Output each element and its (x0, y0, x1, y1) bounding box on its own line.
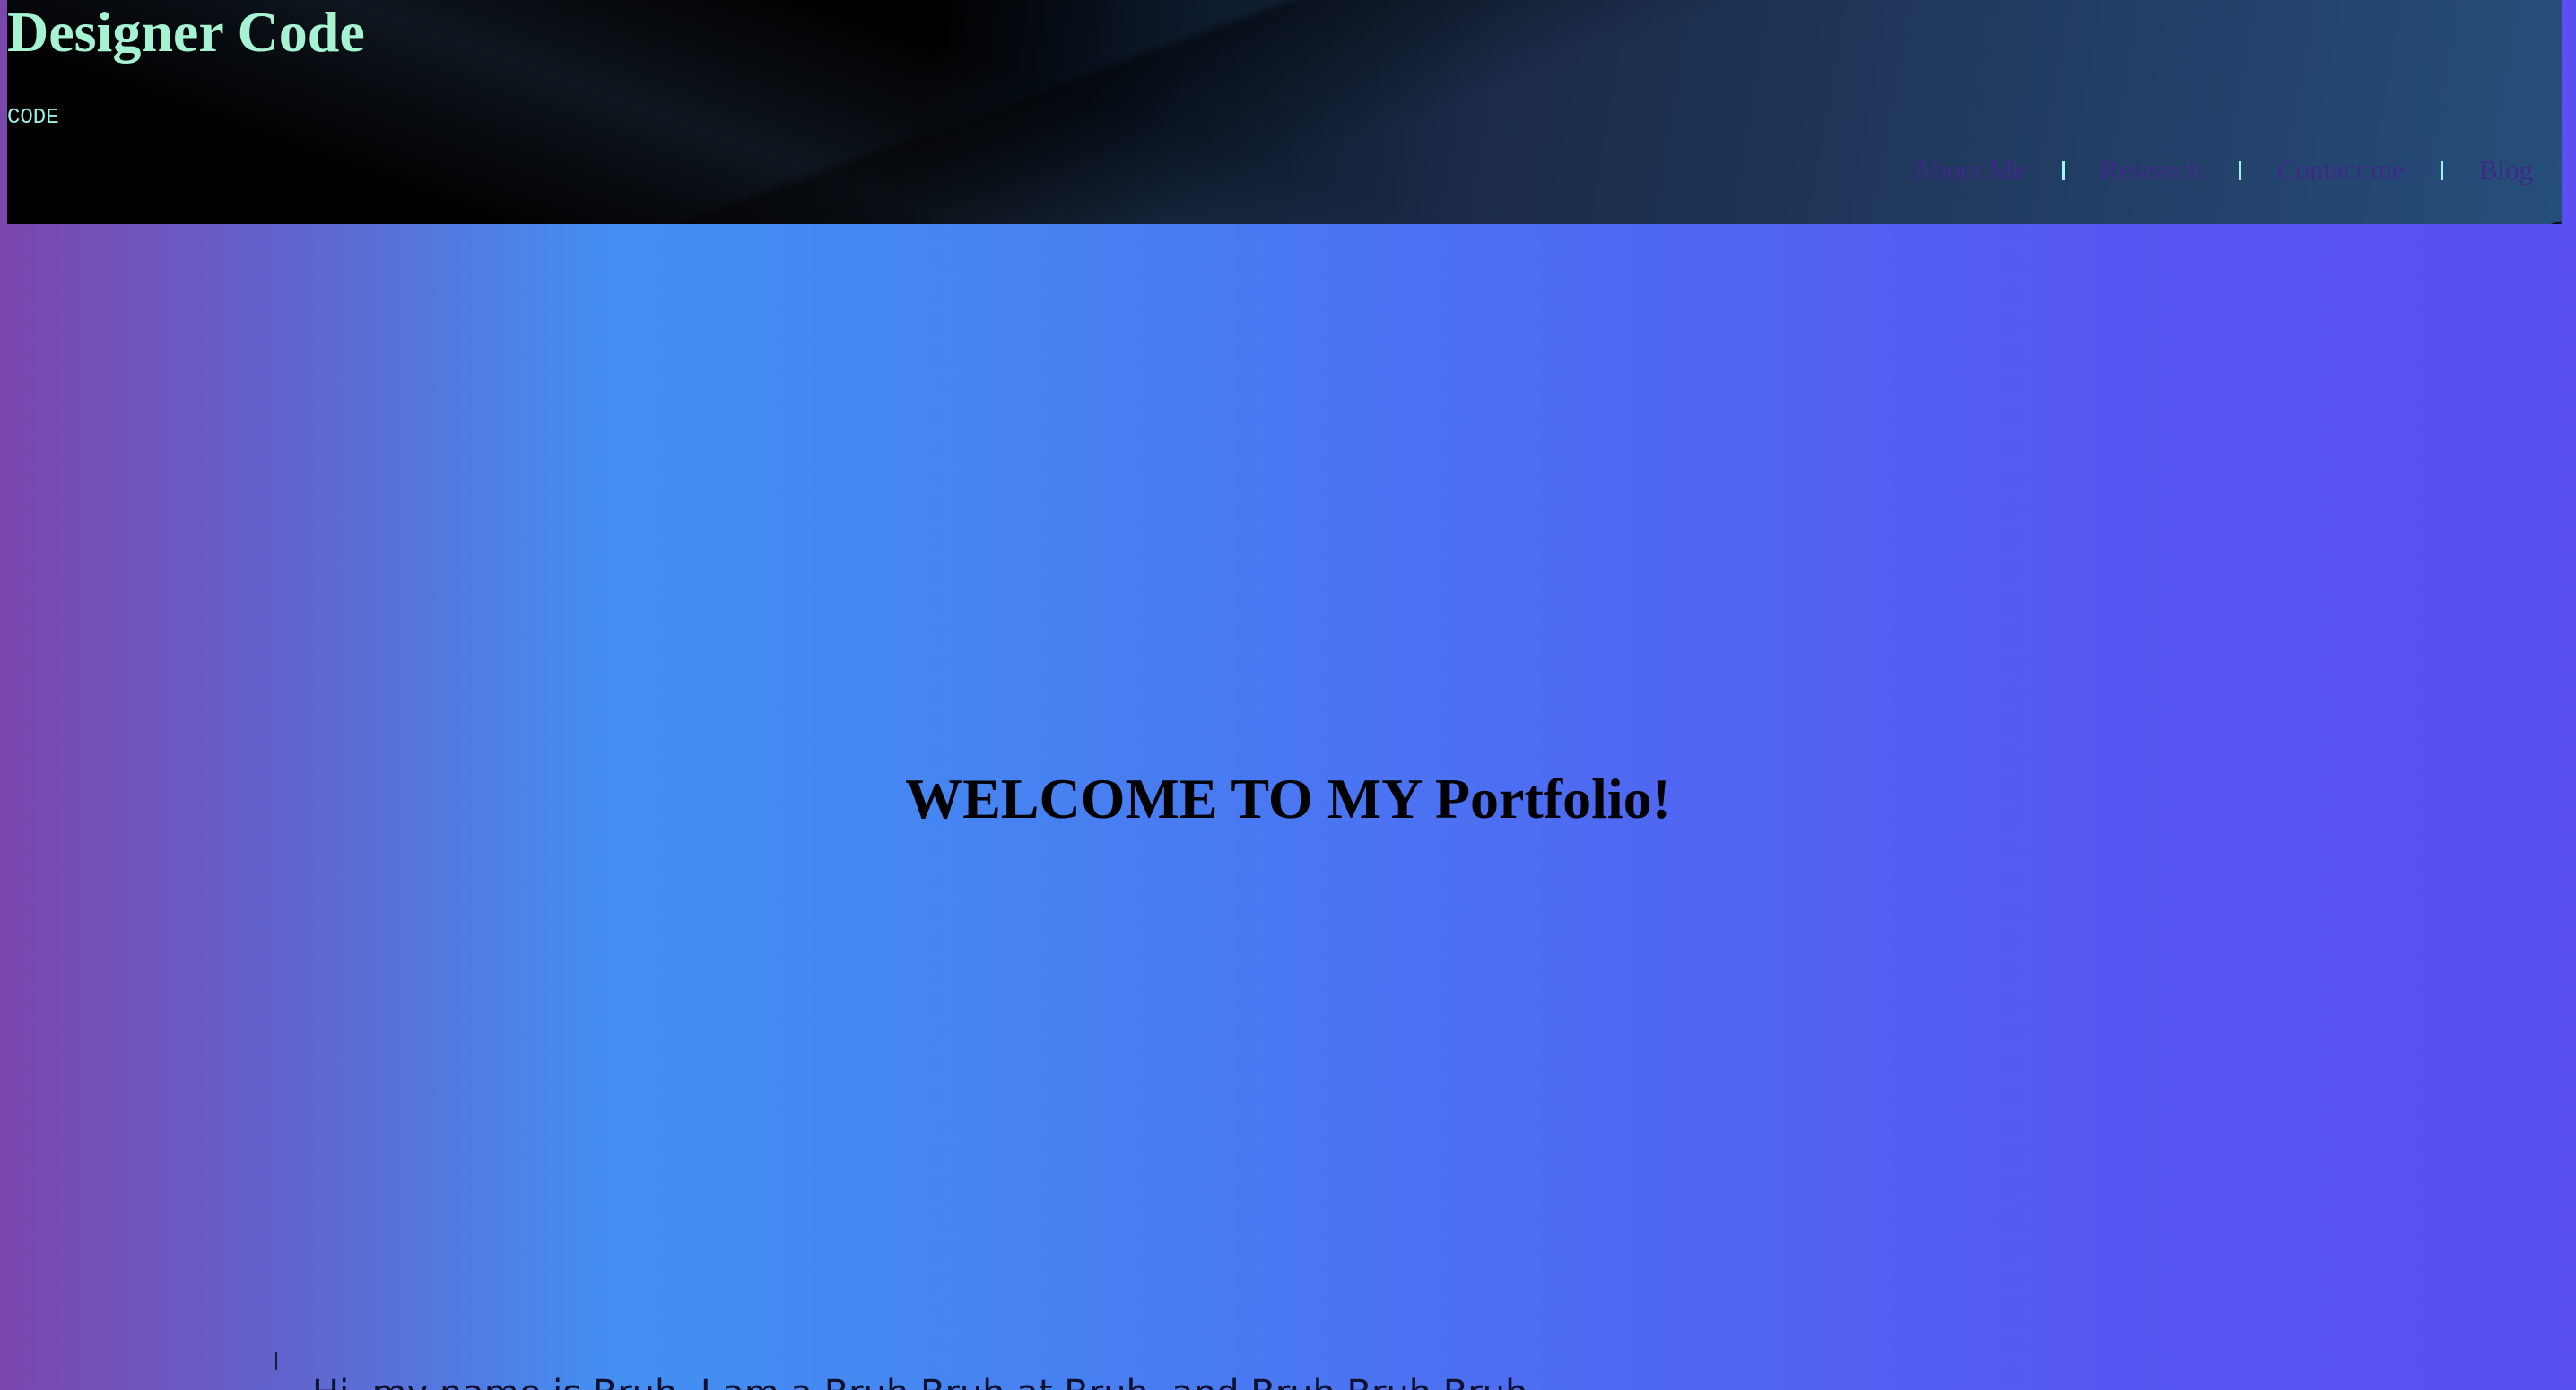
nav-link-research[interactable]: Research (2101, 152, 2203, 188)
nav-link-contact-me[interactable]: Contact me (2277, 152, 2405, 188)
main-nav: About Me Research Contact me Blog (1912, 152, 2533, 188)
intro-paragraph: Hi, my name is Bruh, I am a Bruh Bruh at… (312, 1372, 2106, 1390)
header-background-image (7, 0, 2562, 224)
nav-link-blog[interactable]: Blog (2479, 152, 2533, 188)
site-title[interactable]: Designer Code (7, 0, 365, 65)
nav-separator (2238, 161, 2241, 180)
welcome-heading: WELCOME TO MY Portfolio! (905, 767, 1671, 830)
nav-link-about-me[interactable]: About Me (1912, 152, 2026, 188)
text-caret (275, 1352, 277, 1370)
nav-separator (2062, 161, 2066, 180)
site-tagline: CODE (7, 106, 59, 130)
left-edge-strip (0, 0, 7, 224)
site-header: Designer Code CODE About Me Research Con… (7, 0, 2562, 224)
nav-separator (2440, 161, 2443, 180)
